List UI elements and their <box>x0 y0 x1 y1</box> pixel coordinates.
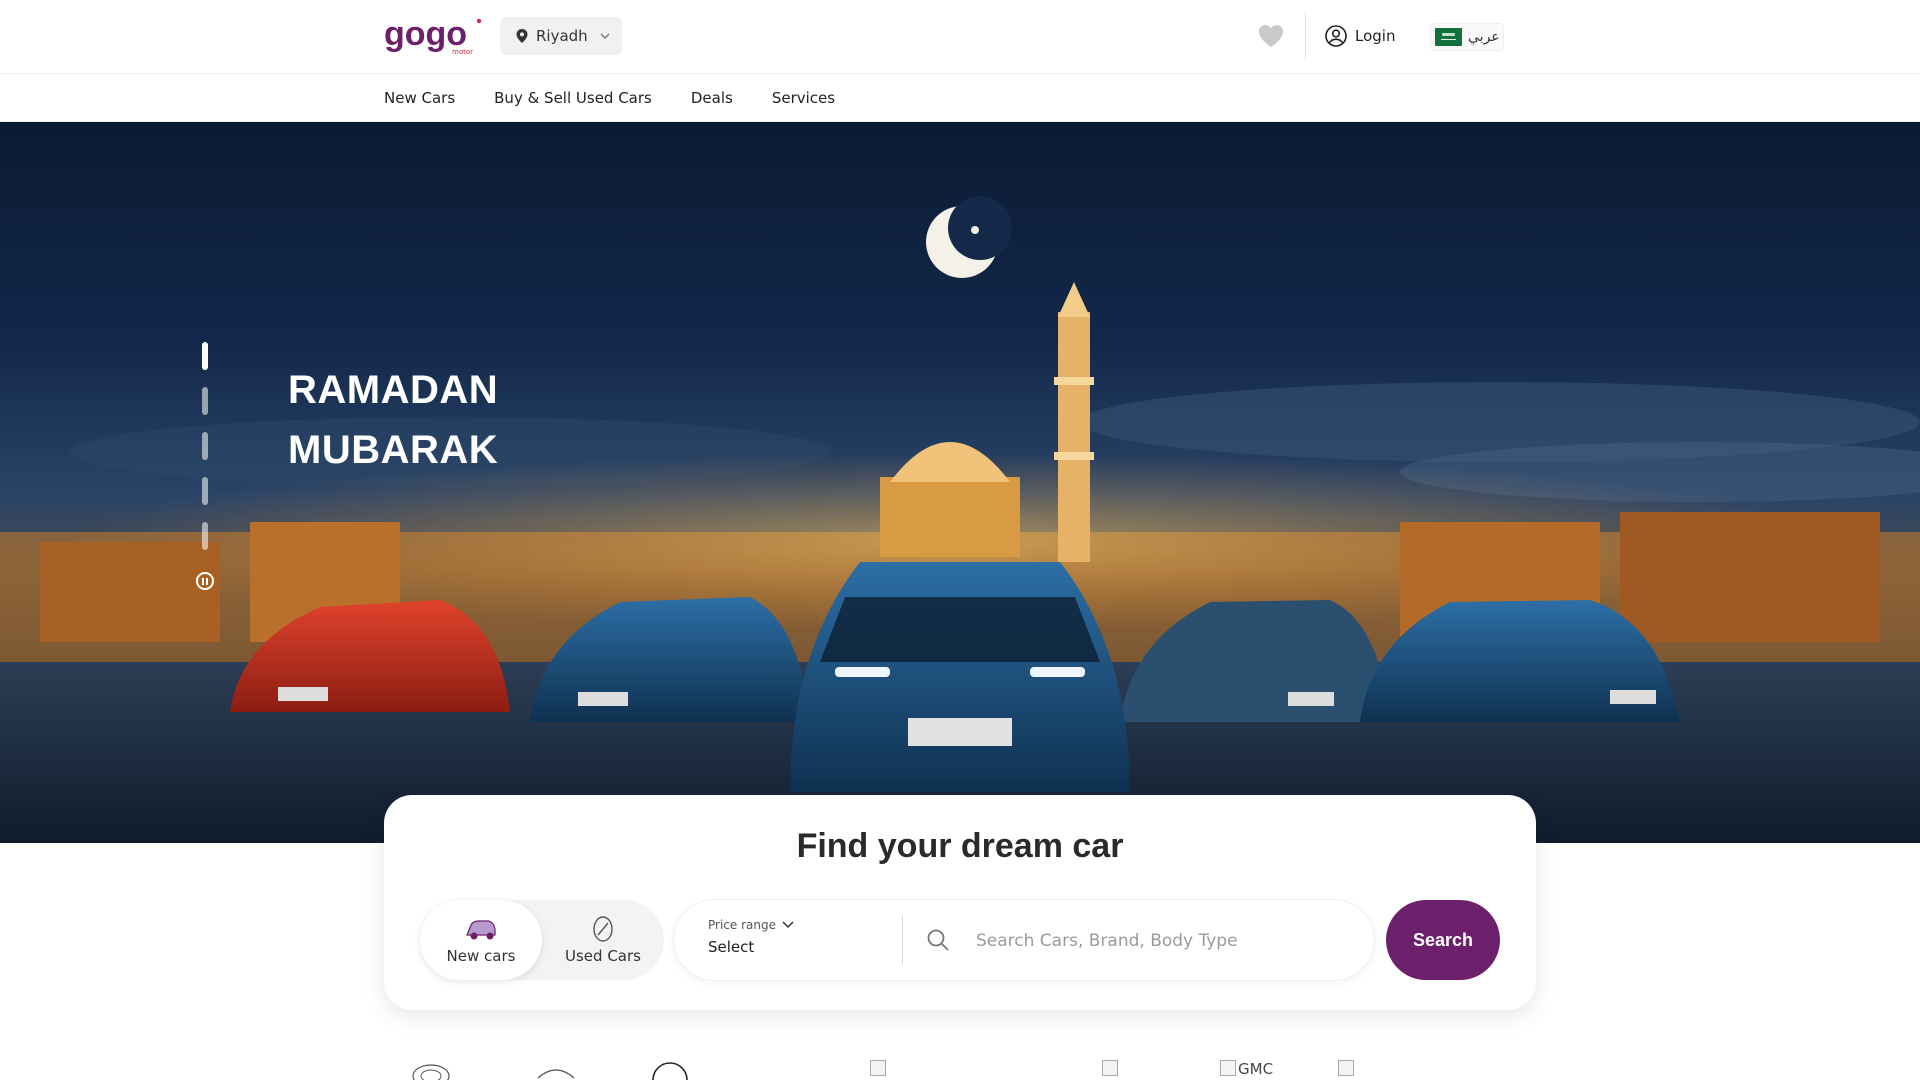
hero-title-line2: MUBARAK <box>288 428 499 472</box>
slide-dot[interactable] <box>202 432 208 460</box>
location-selector[interactable]: Riyadh <box>500 17 622 55</box>
toggle-new-cars[interactable]: New cars <box>420 900 542 980</box>
heart-icon[interactable] <box>1258 24 1284 48</box>
login-button[interactable]: Login <box>1325 22 1395 50</box>
brand-logo[interactable] <box>650 1058 690 1080</box>
broken-image-icon <box>870 1060 886 1076</box>
user-circle-icon <box>1325 25 1347 47</box>
search-button[interactable]: Search <box>1386 900 1500 980</box>
brand-logo[interactable] <box>536 1058 576 1080</box>
brand-strip: GMC <box>384 1058 1536 1080</box>
toggle-used-cars[interactable]: Used Cars <box>542 900 664 980</box>
gogo-motor-logo[interactable]: gogo motor <box>384 15 484 55</box>
search-card-title: Find your dream car <box>796 827 1124 865</box>
search-card: Find your dream car New cars Used Cars P… <box>384 795 1536 1010</box>
hero-banner: RAMADAN MUBARAK <box>0 122 1920 843</box>
chevron-down-icon <box>600 33 610 39</box>
saudi-flag-icon <box>1435 28 1462 46</box>
brand-gmc-alt: GMC <box>1238 1060 1274 1078</box>
hero-title-line1: RAMADAN <box>288 368 499 412</box>
pause-icon[interactable] <box>196 572 214 590</box>
chevron-down-icon <box>782 921 794 929</box>
toggle-new-cars-label: New cars <box>446 947 516 965</box>
slide-dot[interactable] <box>202 387 208 415</box>
search-icon <box>927 929 949 951</box>
slide-dot[interactable] <box>202 477 208 505</box>
car-type-toggle: New cars Used Cars <box>420 900 664 980</box>
brand-logo[interactable] <box>410 1058 452 1080</box>
broken-image-icon <box>1102 1060 1118 1076</box>
brand-gmc[interactable]: GMC <box>1220 1060 1273 1082</box>
search-input[interactable] <box>974 920 1358 962</box>
login-label: Login <box>1355 27 1396 45</box>
new-car-icon <box>466 920 496 940</box>
nav-item-services[interactable]: Services <box>772 89 835 107</box>
price-range-select[interactable]: Price range Select <box>708 918 888 956</box>
filter-divider <box>902 916 903 964</box>
hero-title: RAMADAN MUBARAK <box>288 360 708 480</box>
slider-dots <box>202 342 212 567</box>
header-divider <box>1305 12 1306 60</box>
slide-dot[interactable] <box>202 522 208 550</box>
toggle-used-cars-label: Used Cars <box>565 947 641 965</box>
nav-item-new-cars[interactable]: New Cars <box>384 89 455 107</box>
main-nav: New Cars Buy & Sell Used Cars Deals Serv… <box>0 74 1920 122</box>
location-pin-icon <box>516 29 528 43</box>
search-filter-bar: Price range Select <box>674 900 1374 980</box>
nav-item-buy-sell-used-cars[interactable]: Buy & Sell Used Cars <box>494 89 652 107</box>
language-label: عربي <box>1468 29 1500 45</box>
slide-dot[interactable] <box>202 342 208 370</box>
location-label: Riyadh <box>536 27 588 45</box>
nav-item-deals[interactable]: Deals <box>691 89 733 107</box>
top-header: gogo motor Riyadh Login عربي <box>0 0 1920 74</box>
hero-image <box>0 196 1920 843</box>
used-car-icon <box>593 916 613 942</box>
broken-image-icon <box>1338 1060 1354 1076</box>
broken-image-icon <box>1220 1060 1236 1076</box>
price-range-value: Select <box>708 938 755 956</box>
language-switch[interactable]: عربي <box>1430 23 1504 51</box>
price-range-label: Price range <box>708 918 776 932</box>
logo-sub: motor <box>452 48 473 55</box>
